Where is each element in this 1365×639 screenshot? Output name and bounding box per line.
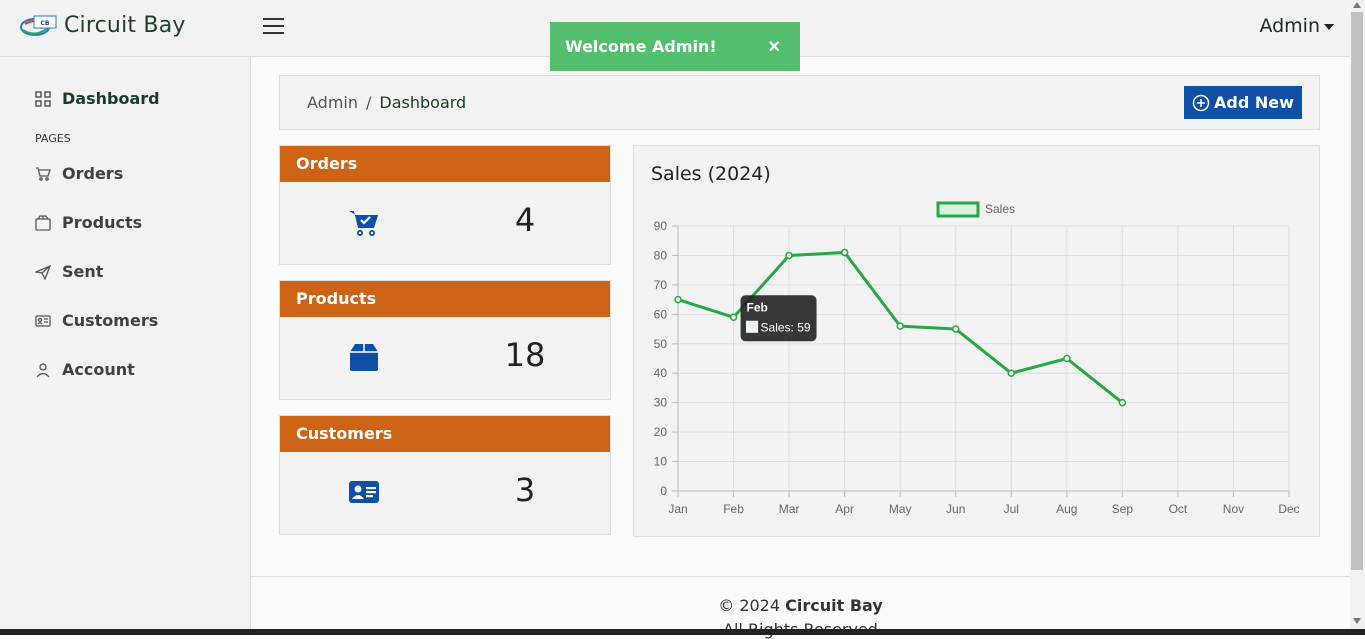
logo-text: CB xyxy=(41,20,50,27)
id-card-icon xyxy=(35,314,51,327)
y-tick-label: 90 xyxy=(654,219,668,233)
y-tick-label: 60 xyxy=(654,307,668,321)
y-tick-label: 40 xyxy=(654,366,668,380)
data-point-jul xyxy=(1007,369,1016,377)
brand-name: Circuit Bay xyxy=(64,13,186,38)
sidebar-item-label: Customers xyxy=(62,311,159,330)
data-point-apr xyxy=(840,248,849,257)
user-menu-label: Admin xyxy=(1259,15,1320,37)
sidebar-item-sent[interactable]: Sent xyxy=(35,262,103,281)
id-card-icon xyxy=(349,481,379,503)
y-tick-label: 30 xyxy=(654,396,668,410)
y-tick-label: 80 xyxy=(654,248,668,262)
sidebar-item-label: Orders xyxy=(62,164,124,183)
data-point-feb xyxy=(729,313,738,322)
footer: © 2024 Circuit Bay All Rights Reserved xyxy=(251,576,1350,639)
breadcrumb: Admin / Dashboard xyxy=(307,93,466,112)
toast-message: Welcome Admin! xyxy=(565,37,717,56)
customers-card[interactable]: Customers 3 xyxy=(279,415,611,535)
send-icon xyxy=(35,264,51,280)
breadcrumb-bar: Admin / Dashboard Add New xyxy=(279,75,1320,130)
card-value: 4 xyxy=(514,201,536,239)
cart-icon xyxy=(36,166,51,181)
sales-chart-panel: Sales (2024) 0 10 20 30 40 50 60 70 80 90 Jan Feb Ma… xyxy=(633,145,1320,537)
menu-toggle-icon[interactable] xyxy=(263,18,284,36)
page-scrollbar[interactable] xyxy=(1350,0,1365,635)
x-tick-label: Jun xyxy=(946,502,965,516)
box-icon xyxy=(350,344,378,371)
data-point-aug xyxy=(1063,354,1071,363)
x-tick-label: Nov xyxy=(1223,502,1244,516)
cart-check-icon xyxy=(349,211,378,236)
card-value: 18 xyxy=(504,336,546,374)
tooltip-swatch xyxy=(746,320,759,333)
y-tick-label: 10 xyxy=(654,455,668,469)
scroll-down-arrow-icon[interactable] xyxy=(1353,618,1361,624)
copyright-prefix: © 2024 xyxy=(718,596,781,615)
data-point-mar xyxy=(785,251,793,260)
footer-copyright: © 2024 Circuit Bay xyxy=(251,596,1350,615)
bottom-edge xyxy=(0,629,1365,635)
data-point-may xyxy=(896,322,904,330)
y-tick-label: 50 xyxy=(654,337,668,351)
breadcrumb-current: Dashboard xyxy=(379,93,467,112)
plus-circle-icon xyxy=(1192,94,1210,111)
x-tick-label: Dec xyxy=(1278,502,1299,516)
sidebar-item-orders[interactable]: Orders xyxy=(35,164,123,183)
data-point-jan xyxy=(674,295,682,304)
x-tick-label: May xyxy=(889,502,912,516)
x-tick-label: Jul xyxy=(1004,502,1019,516)
products-card[interactable]: Products 18 xyxy=(279,280,611,400)
legend-swatch xyxy=(936,201,980,218)
sidebar-item-account[interactable]: Account xyxy=(35,360,135,379)
main-content: Admin / Dashboard Add New Orders 4 Product… xyxy=(251,57,1350,635)
sidebar-item-label: Sent xyxy=(62,262,104,281)
x-tick-label: Oct xyxy=(1169,502,1188,516)
tooltip-label: Sales: 59 xyxy=(761,320,811,334)
caret-down-icon xyxy=(1324,23,1334,30)
scroll-thumb[interactable] xyxy=(1351,12,1363,570)
logo-icon: CB xyxy=(20,15,57,36)
scroll-up-arrow-icon[interactable] xyxy=(1353,2,1361,8)
orders-card[interactable]: Orders 4 xyxy=(279,145,611,265)
card-title: Products xyxy=(280,281,610,317)
sidebar-item-dashboard[interactable]: Dashboard xyxy=(35,89,160,108)
data-point-sep xyxy=(1118,398,1127,407)
tooltip-title: Feb xyxy=(747,300,768,314)
y-tick-label: 70 xyxy=(654,278,668,292)
brand-logo[interactable]: CB Circuit Bay xyxy=(20,13,186,38)
sidebar: Dashboard PAGES Orders Products Sent Cus… xyxy=(0,57,251,635)
add-new-label: Add New xyxy=(1214,93,1294,112)
data-point-jun xyxy=(951,325,960,333)
breadcrumb-root-link[interactable]: Admin xyxy=(307,93,358,112)
x-tick-label: Sep xyxy=(1112,502,1134,516)
x-tick-label: Mar xyxy=(779,502,800,516)
sidebar-item-customers[interactable]: Customers xyxy=(35,311,158,330)
card-title: Customers xyxy=(280,416,610,452)
box-icon xyxy=(35,214,51,231)
card-title: Orders xyxy=(280,146,610,182)
sidebar-item-label: Dashboard xyxy=(62,89,160,108)
welcome-toast: Welcome Admin! × xyxy=(550,22,800,71)
x-tick-label: Feb xyxy=(723,502,744,516)
grid-icon xyxy=(35,90,51,107)
legend-label: Sales xyxy=(985,202,1015,216)
y-tick-label: 20 xyxy=(654,425,668,439)
y-tick-label: 0 xyxy=(660,484,667,498)
x-tick-label: Jan xyxy=(668,502,687,516)
user-menu-dropdown[interactable]: Admin xyxy=(1259,15,1334,37)
card-value: 3 xyxy=(514,471,536,509)
sales-line-chart[interactable]: 0 10 20 30 40 50 60 70 80 90 Jan Feb Mar Apr May Jun Jul… xyxy=(634,146,1319,536)
toast-close-button[interactable]: × xyxy=(768,36,780,59)
sidebar-section-label: PAGES xyxy=(35,132,71,145)
add-new-button[interactable]: Add New xyxy=(1184,86,1302,119)
x-tick-label: Apr xyxy=(835,502,854,516)
footer-brand: Circuit Bay xyxy=(785,596,883,615)
x-tick-label: Aug xyxy=(1056,502,1077,516)
sidebar-item-label: Account xyxy=(62,360,135,379)
breadcrumb-separator: / xyxy=(366,93,372,112)
sidebar-item-label: Products xyxy=(62,213,143,232)
sidebar-item-products[interactable]: Products xyxy=(35,213,142,232)
user-icon xyxy=(36,362,50,377)
